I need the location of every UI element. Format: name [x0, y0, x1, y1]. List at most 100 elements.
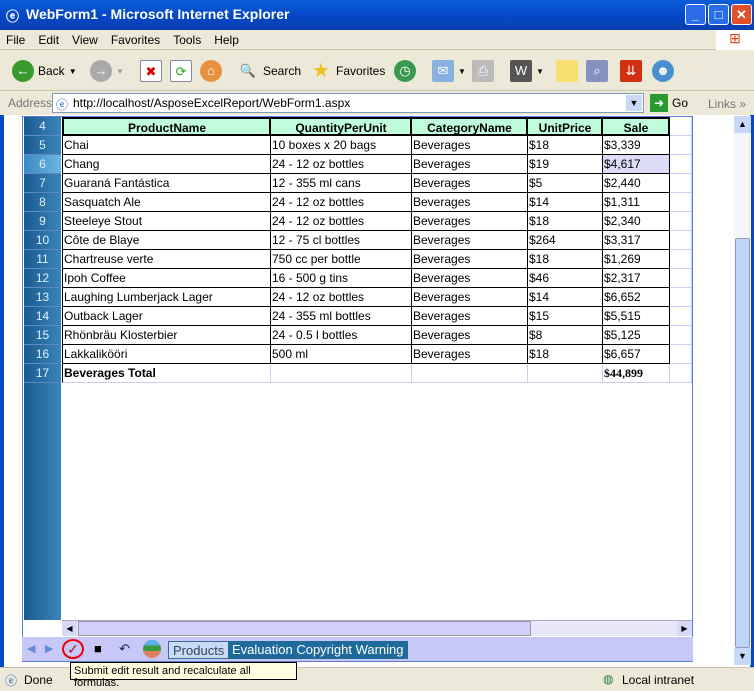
cell[interactable]: $3,317 [603, 231, 670, 250]
row-header[interactable]: 12 [24, 269, 61, 288]
submit-check-icon[interactable]: ✓ [62, 639, 84, 659]
cell[interactable]: $1,311 [603, 193, 670, 212]
refresh-button[interactable]: ⟳ [170, 59, 192, 83]
cell[interactable]: Beverages [412, 269, 528, 288]
cell[interactable] [670, 193, 692, 212]
save-icon[interactable]: ■ [94, 641, 102, 656]
cell[interactable]: Beverages [412, 174, 528, 193]
cell[interactable]: Beverages [412, 231, 528, 250]
print-button[interactable]: ⎙ [472, 59, 494, 83]
row-header[interactable]: 14 [24, 307, 61, 326]
cell[interactable]: 10 boxes x 20 bags [271, 136, 412, 155]
cell[interactable] [670, 307, 692, 326]
cell[interactable]: $264 [528, 231, 603, 250]
cell[interactable]: Beverages Total [62, 364, 271, 383]
cell[interactable]: 24 - 12 oz bottles [271, 288, 412, 307]
cell[interactable] [670, 345, 692, 364]
cell[interactable]: $5 [528, 174, 603, 193]
go-button[interactable]: ➜ Go [650, 94, 688, 112]
cell[interactable]: Beverages [412, 307, 528, 326]
cell[interactable]: $2,340 [603, 212, 670, 231]
row-header[interactable]: 11 [24, 250, 61, 269]
minimize-button[interactable]: _ [685, 4, 706, 25]
prev-sheet-icon[interactable]: ◀ [27, 642, 35, 655]
cell[interactable] [412, 364, 528, 383]
row-header[interactable]: 7 [24, 174, 61, 193]
download-button[interactable]: ⇊ [620, 59, 642, 83]
address-input[interactable]: ⓔ http://localhost/AsposeExcelReport/Web… [52, 93, 644, 113]
cell[interactable] [670, 288, 692, 307]
research-button[interactable]: ⌕ [586, 59, 608, 83]
cell[interactable]: $5,125 [603, 326, 670, 345]
cell[interactable]: 24 - 12 oz bottles [271, 212, 412, 231]
cell[interactable]: $8 [528, 326, 603, 345]
cell[interactable]: $18 [528, 250, 603, 269]
undo-icon[interactable]: ↶ [119, 641, 130, 657]
row-header[interactable]: 5 [24, 136, 61, 155]
cell[interactable]: $6,652 [603, 288, 670, 307]
cell[interactable]: $18 [528, 345, 603, 364]
cell[interactable] [670, 136, 692, 155]
back-button[interactable]: ← Back ▼ [12, 59, 77, 83]
menu-edit[interactable]: Edit [32, 30, 66, 47]
favorites-button[interactable]: ★ Favorites [310, 59, 385, 83]
cell[interactable]: Beverages [412, 136, 528, 155]
cell[interactable] [670, 212, 692, 231]
discuss-button[interactable] [556, 59, 578, 83]
cell[interactable]: Chartreuse verte [62, 250, 271, 269]
cell[interactable] [528, 364, 603, 383]
cell[interactable] [670, 117, 692, 136]
cell[interactable]: $14 [528, 288, 603, 307]
cell[interactable]: 500 ml [271, 345, 412, 364]
horizontal-scrollbar[interactable]: ◀ ▶ [62, 620, 692, 636]
close-button[interactable]: ✕ [731, 4, 752, 25]
cell[interactable] [670, 155, 692, 174]
cell[interactable]: 750 cc per bottle [271, 250, 412, 269]
cell[interactable]: $4,617 [603, 155, 670, 174]
cell[interactable]: Beverages [412, 212, 528, 231]
cell[interactable]: 24 - 12 oz bottles [271, 193, 412, 212]
menu-favorites[interactable]: Favorites [105, 30, 167, 47]
cell[interactable]: 12 - 75 cl bottles [271, 231, 412, 250]
row-header[interactable]: 6 [24, 155, 61, 174]
scroll-right-icon[interactable]: ▶ [677, 621, 692, 636]
cell[interactable]: Beverages [412, 193, 528, 212]
cell[interactable]: $19 [528, 155, 603, 174]
vertical-scroll-thumb[interactable] [735, 238, 750, 648]
cell[interactable]: Beverages [412, 250, 528, 269]
tab-evaluation-warning[interactable]: Evaluation Copyright Warning [228, 641, 408, 659]
cell[interactable]: Beverages [412, 326, 528, 345]
home-button[interactable]: ⌂ [200, 59, 222, 83]
cell[interactable]: $46 [528, 269, 603, 288]
row-header[interactable]: 13 [24, 288, 61, 307]
cell[interactable]: $5,515 [603, 307, 670, 326]
row-header[interactable]: 10 [24, 231, 61, 250]
vertical-scrollbar[interactable]: ▲ ▼ [734, 116, 751, 665]
column-header[interactable]: CategoryName [412, 117, 528, 136]
scroll-down-icon[interactable]: ▼ [734, 648, 751, 665]
column-header[interactable]: ProductName [62, 117, 271, 136]
row-header[interactable]: 9 [24, 212, 61, 231]
column-header[interactable]: QuantityPerUnit [271, 117, 412, 136]
cell[interactable]: $2,440 [603, 174, 670, 193]
address-dropdown-icon[interactable]: ▼ [626, 95, 642, 111]
cell[interactable]: Côte de Blaye [62, 231, 271, 250]
tab-products[interactable]: Products [168, 641, 230, 659]
row-header[interactable]: 4 [24, 117, 61, 136]
menu-tools[interactable]: Tools [167, 30, 208, 47]
maximize-button[interactable]: □ [708, 4, 729, 25]
cell[interactable]: Steeleye Stout [62, 212, 271, 231]
cell[interactable]: Beverages [412, 288, 528, 307]
row-header[interactable]: 16 [24, 345, 61, 364]
cell[interactable]: Chang [62, 155, 271, 174]
row-header[interactable]: 15 [24, 326, 61, 345]
row-header[interactable]: 8 [24, 193, 61, 212]
cell[interactable] [670, 269, 692, 288]
column-header[interactable]: UnitPrice [528, 117, 603, 136]
next-sheet-icon[interactable]: ▶ [45, 642, 53, 655]
scroll-up-icon[interactable]: ▲ [734, 116, 751, 133]
recalculate-icon[interactable] [143, 640, 161, 658]
cell[interactable]: 24 - 0.5 l bottles [271, 326, 412, 345]
cell[interactable]: $18 [528, 136, 603, 155]
history-button[interactable]: ◷ [394, 59, 416, 83]
